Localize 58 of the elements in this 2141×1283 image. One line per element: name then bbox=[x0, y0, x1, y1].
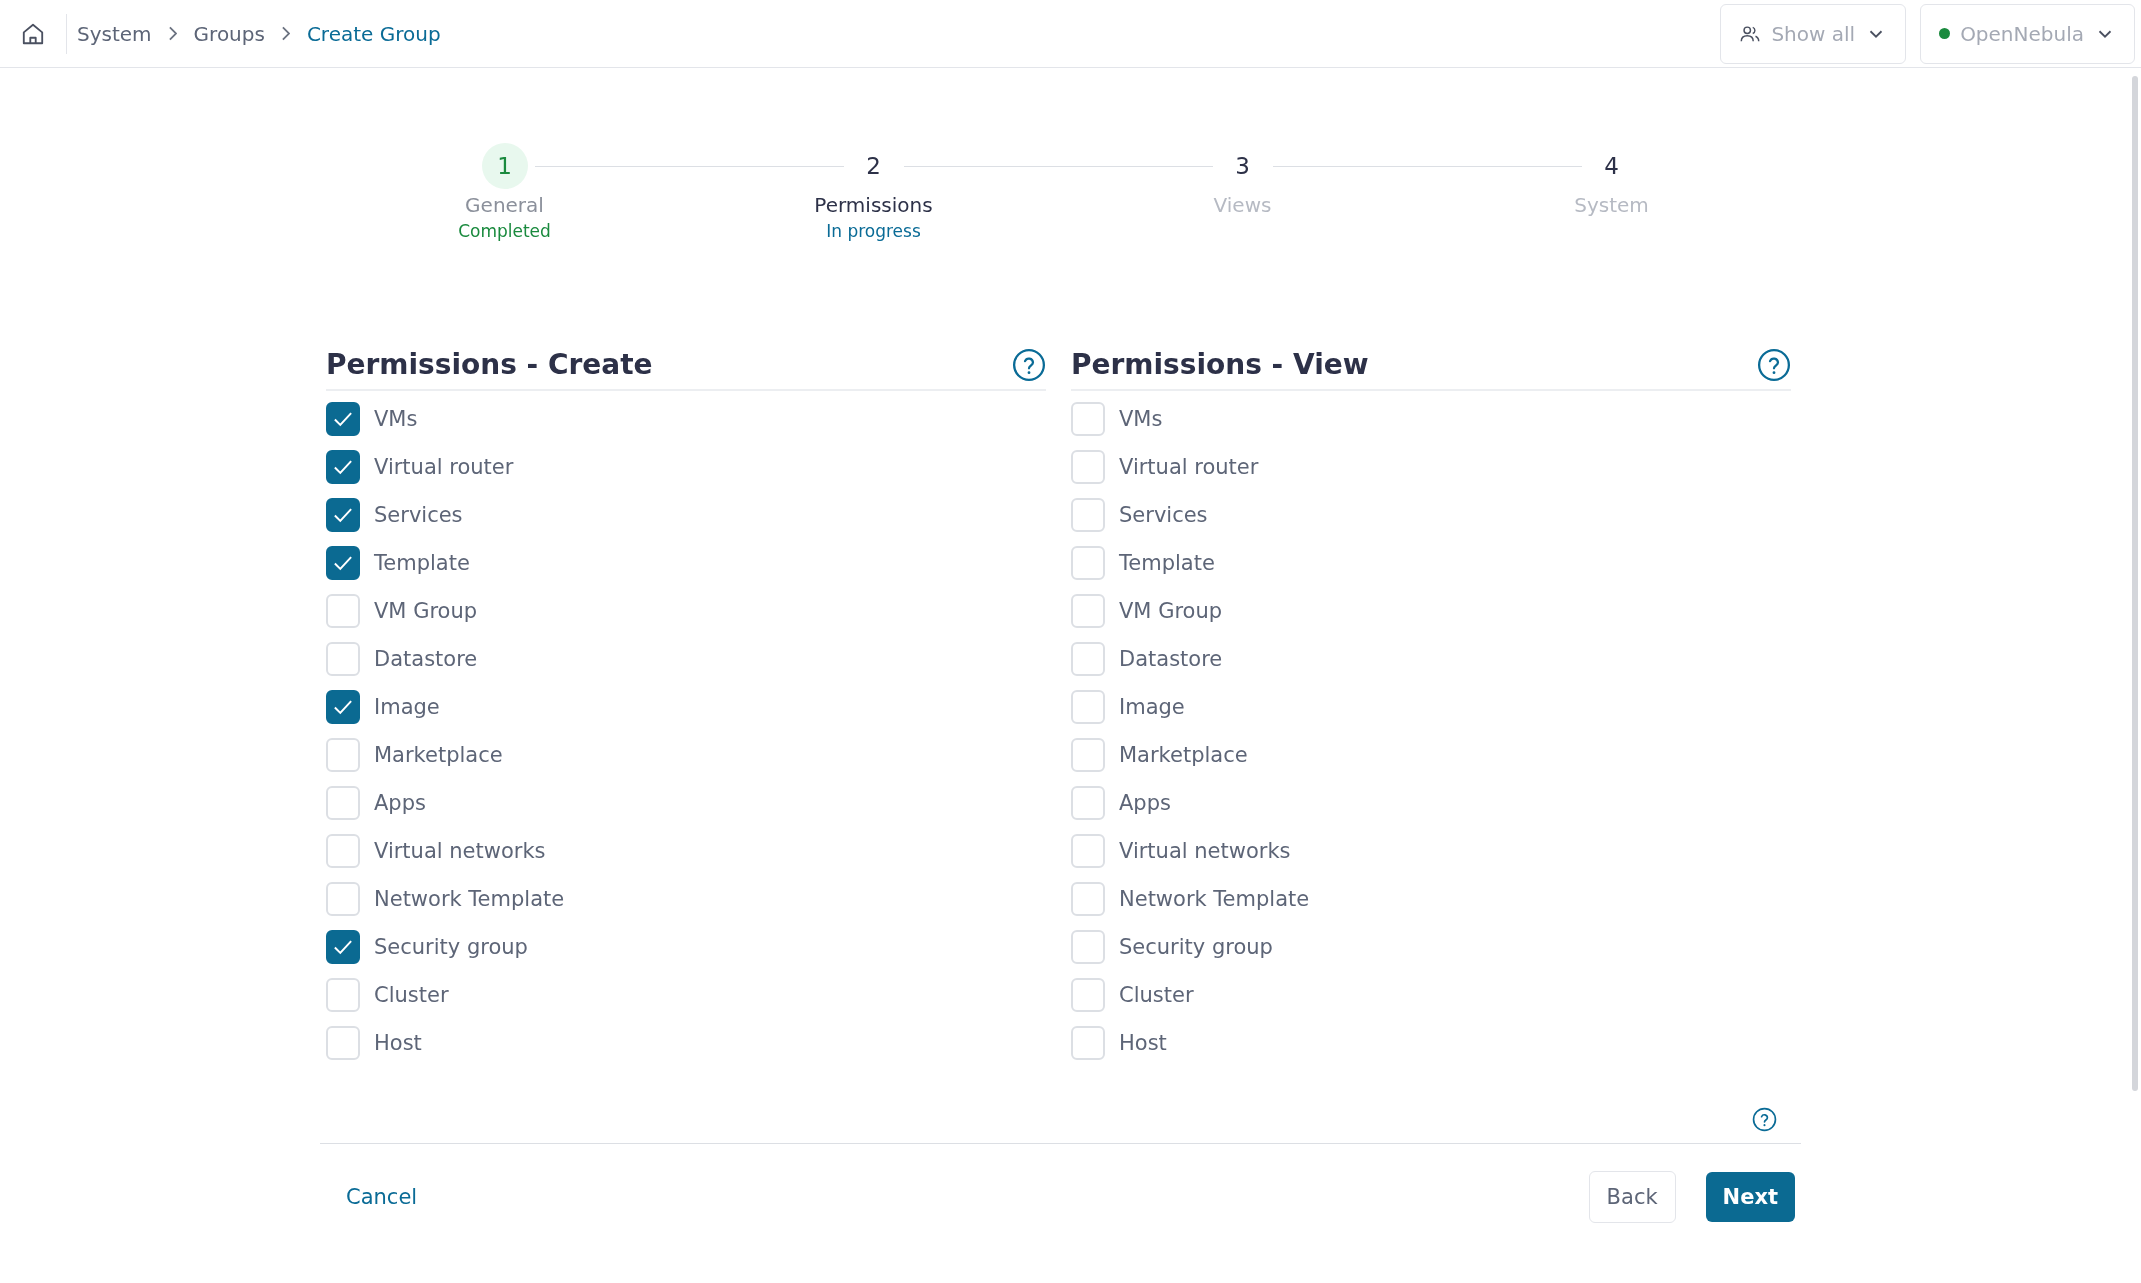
scrollbar-thumb[interactable] bbox=[2132, 76, 2138, 1091]
checkbox-label[interactable]: Apps bbox=[374, 791, 426, 815]
section-title: Permissions - View bbox=[1071, 348, 1369, 381]
checkbox-label[interactable]: Network Template bbox=[374, 887, 565, 911]
checkbox-label[interactable]: Security group bbox=[1119, 935, 1273, 959]
step-label: Views bbox=[1213, 193, 1272, 217]
step-number: 3 bbox=[1234, 152, 1251, 181]
checkbox-label[interactable]: Marketplace bbox=[1119, 743, 1248, 767]
help-icon[interactable] bbox=[1752, 1107, 1777, 1132]
checkbox-label[interactable]: Services bbox=[1119, 503, 1208, 527]
checkbox-label[interactable]: VM Group bbox=[374, 599, 478, 623]
checkbox-label[interactable]: Host bbox=[374, 1031, 422, 1055]
step-status: Completed bbox=[458, 221, 551, 241]
breadcrumb-link[interactable]: Create Group bbox=[306, 21, 441, 46]
breadcrumb-link[interactable]: System bbox=[77, 21, 152, 46]
checkbox[interactable] bbox=[326, 402, 360, 436]
checkbox-label[interactable]: Security group bbox=[374, 935, 528, 959]
checkbox-label[interactable]: VMs bbox=[1119, 407, 1163, 431]
checkbox-label[interactable]: Datastore bbox=[1119, 647, 1223, 671]
cancel-button[interactable]: Cancel bbox=[340, 1177, 424, 1217]
step-number: 2 bbox=[865, 152, 882, 181]
chevron-right-icon bbox=[168, 26, 177, 41]
checkbox-label[interactable]: Network Template bbox=[1119, 887, 1310, 911]
checkbox[interactable] bbox=[326, 546, 360, 580]
checkbox-label[interactable]: Image bbox=[1119, 695, 1185, 719]
help-icon[interactable] bbox=[1757, 347, 1791, 382]
checkbox-label[interactable]: VM Group bbox=[1119, 599, 1223, 623]
step-label: System bbox=[1574, 193, 1649, 217]
checkbox-label[interactable]: Cluster bbox=[1119, 983, 1194, 1007]
step-label: Permissions bbox=[814, 193, 933, 217]
chevron-right-icon bbox=[281, 26, 290, 41]
checkbox-label[interactable]: Virtual router bbox=[374, 455, 514, 479]
checkbox[interactable] bbox=[326, 450, 360, 484]
step-label: General bbox=[465, 193, 544, 217]
breadcrumb-link[interactable]: Groups bbox=[193, 21, 265, 46]
checkbox-label[interactable]: Cluster bbox=[374, 983, 449, 1007]
checkbox-label[interactable]: Template bbox=[374, 551, 470, 575]
checkbox-label[interactable]: Datastore bbox=[374, 647, 478, 671]
next-button[interactable]: Next bbox=[1705, 1172, 1795, 1222]
checkbox[interactable] bbox=[326, 690, 360, 724]
step-status: In progress bbox=[826, 221, 921, 241]
checkbox-label[interactable]: Image bbox=[374, 695, 440, 719]
checkbox-label[interactable]: Virtual router bbox=[1119, 455, 1259, 479]
checkbox-label[interactable]: Template bbox=[1119, 551, 1215, 575]
step-number: 4 bbox=[1603, 152, 1620, 181]
back-button[interactable]: Back bbox=[1588, 1171, 1676, 1223]
checkbox[interactable] bbox=[326, 930, 360, 964]
checkbox-label[interactable]: Marketplace bbox=[374, 743, 503, 767]
help-icon[interactable] bbox=[1012, 347, 1046, 382]
checkbox-label[interactable]: Apps bbox=[1119, 791, 1171, 815]
section-title: Permissions - Create bbox=[326, 348, 653, 381]
checkbox-label[interactable]: Virtual networks bbox=[1119, 839, 1291, 863]
checkbox-label[interactable]: Host bbox=[1119, 1031, 1167, 1055]
checkbox-label[interactable]: VMs bbox=[374, 407, 418, 431]
checkbox-label[interactable]: Virtual networks bbox=[374, 839, 546, 863]
checkbox[interactable] bbox=[326, 498, 360, 532]
step-number: 1 bbox=[481, 143, 528, 189]
checkbox-label[interactable]: Services bbox=[374, 503, 463, 527]
